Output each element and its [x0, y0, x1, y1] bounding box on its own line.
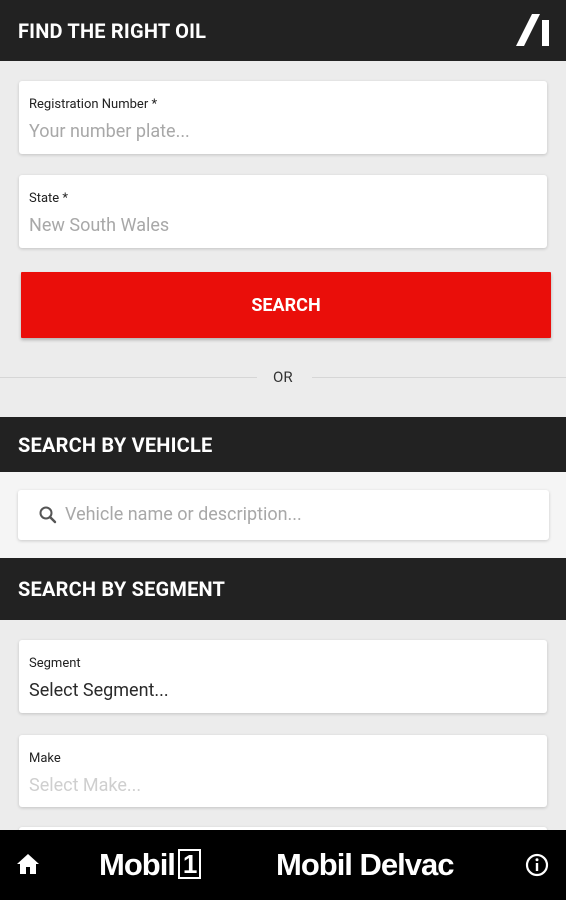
vehicle-search-placeholder: Vehicle name or description... [65, 504, 302, 525]
search-icon [38, 505, 58, 529]
search-by-segment-header: SEARCH BY SEGMENT [0, 558, 566, 620]
state-select[interactable]: State * New South Wales [19, 175, 547, 248]
search-button[interactable]: SEARCH [21, 272, 551, 338]
make-select[interactable]: Make Select Make... [19, 735, 547, 807]
mobil-delvac-logo[interactable]: Mobil Delvac [276, 847, 454, 883]
or-divider-label: OR [273, 368, 293, 386]
search-by-vehicle-header: SEARCH BY VEHICLE [0, 417, 566, 472]
registration-field[interactable]: Registration Number * Your number plate.… [19, 81, 547, 154]
mobil1-logo[interactable]: Mobil 1 [99, 847, 202, 883]
info-icon[interactable] [525, 853, 549, 881]
segment-label: Segment [29, 656, 81, 671]
segment-value[interactable]: Select Segment... [29, 680, 169, 701]
segment-select[interactable]: Segment Select Segment... [19, 640, 547, 713]
find-oil-header: FIND THE RIGHT OIL [0, 0, 566, 61]
footer-nav: Mobil 1 Mobil Delvac [0, 830, 566, 900]
search-by-segment-title: SEARCH BY SEGMENT [18, 577, 226, 601]
divider-line-left [0, 377, 257, 378]
home-icon[interactable] [16, 853, 40, 879]
brand-a-logo-icon [516, 14, 550, 51]
state-value[interactable]: New South Wales [29, 215, 169, 236]
page-title: FIND THE RIGHT OIL [18, 18, 207, 43]
make-value[interactable]: Select Make... [29, 775, 141, 796]
divider-line-right [312, 377, 566, 378]
make-label: Make [29, 751, 61, 766]
vehicle-search-input[interactable]: Vehicle name or description... [18, 490, 549, 540]
state-label: State * [29, 191, 69, 206]
search-by-vehicle-title: SEARCH BY VEHICLE [18, 432, 213, 457]
mobil1-number: 1 [177, 849, 202, 879]
registration-input-placeholder[interactable]: Your number plate... [29, 121, 190, 142]
registration-label: Registration Number * [29, 97, 158, 112]
mobil1-text: Mobil [99, 847, 176, 882]
